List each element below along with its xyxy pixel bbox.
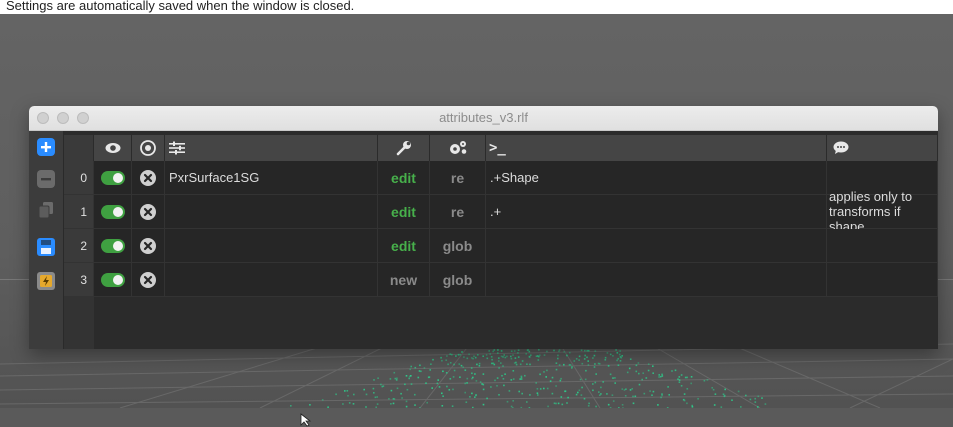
top-caption: Settings are automatically saved when th… <box>0 0 953 14</box>
delete-row-button[interactable] <box>132 229 165 263</box>
note-text: applies only to transforms if shape... <box>827 189 937 234</box>
note-cell[interactable] <box>827 263 938 297</box>
pattern-cell[interactable]: .+ <box>486 195 827 229</box>
mode-label: re <box>451 204 464 220</box>
toggle-on-icon <box>101 205 125 219</box>
load-button[interactable] <box>36 271 56 291</box>
side-toolbar <box>29 131 63 349</box>
row-index: 2 <box>64 229 94 263</box>
header-note[interactable] <box>827 135 938 161</box>
attributes-window[interactable]: attributes_v3.rlf <box>29 106 938 349</box>
eye-icon <box>105 142 121 154</box>
toggle-on-icon <box>101 273 125 287</box>
group-cell[interactable] <box>165 229 378 263</box>
pattern-cell[interactable] <box>486 229 827 263</box>
title-bar[interactable]: attributes_v3.rlf <box>29 106 938 131</box>
action-label: edit <box>391 170 416 186</box>
load-icon <box>37 272 55 290</box>
enabled-toggle[interactable] <box>94 161 132 195</box>
pattern-cell[interactable]: .+Shape <box>486 161 827 195</box>
table-row[interactable]: 1 edit re .+ applies only to transforms … <box>64 195 938 229</box>
close-circle-icon <box>140 204 156 220</box>
wrench-icon <box>396 140 412 156</box>
target-icon <box>140 140 156 156</box>
row-index: 0 <box>64 161 94 195</box>
mode-label: glob <box>443 272 473 288</box>
enabled-toggle[interactable] <box>94 195 132 229</box>
action-label: edit <box>391 204 416 220</box>
close-circle-icon <box>140 238 156 254</box>
action-cell[interactable]: edit <box>378 229 430 263</box>
table-row[interactable]: 2 edit glob <box>64 229 938 263</box>
toggle-on-icon <box>101 171 125 185</box>
group-cell[interactable] <box>165 195 378 229</box>
empty-index-column <box>64 297 94 349</box>
mode-cell[interactable]: glob <box>430 263 486 297</box>
save-button[interactable] <box>36 237 56 257</box>
mode-label: re <box>451 170 464 186</box>
rules-table: >_ 0 PxrSurface1SG edit re .+Shape 1 <box>64 131 938 349</box>
action-cell[interactable]: new <box>378 263 430 297</box>
group-cell[interactable]: PxrSurface1SG <box>165 161 378 195</box>
note-cell[interactable]: applies only to transforms if shape... <box>827 195 938 229</box>
save-icon <box>37 238 55 256</box>
speech-bubble-icon <box>833 141 849 155</box>
action-label: new <box>390 272 417 288</box>
toggle-on-icon <box>101 239 125 253</box>
duplicate-icon <box>37 201 55 219</box>
header-pattern-label: >_ <box>486 140 506 156</box>
header-edit[interactable] <box>378 135 430 161</box>
header-pattern[interactable]: >_ <box>486 135 827 161</box>
close-circle-icon <box>140 272 156 288</box>
mode-cell[interactable]: re <box>430 161 486 195</box>
close-circle-icon <box>140 170 156 186</box>
duplicate-row-button[interactable] <box>36 200 56 220</box>
table-row[interactable]: 0 PxrSurface1SG edit re .+Shape <box>64 161 938 195</box>
note-cell[interactable] <box>827 229 938 263</box>
header-index <box>64 135 94 161</box>
mode-label: glob <box>443 238 473 254</box>
mode-cell[interactable]: glob <box>430 229 486 263</box>
pattern-cell[interactable] <box>486 263 827 297</box>
mode-cell[interactable]: re <box>430 195 486 229</box>
action-label: edit <box>391 238 416 254</box>
action-cell[interactable]: edit <box>378 195 430 229</box>
table-row[interactable]: 3 new glob <box>64 263 938 297</box>
delete-row-button[interactable] <box>132 161 165 195</box>
header-solo[interactable] <box>132 135 165 161</box>
delete-row-button[interactable] <box>132 195 165 229</box>
row-index: 3 <box>64 263 94 297</box>
table-empty-area[interactable] <box>64 297 938 349</box>
gears-icon <box>448 140 468 156</box>
minus-icon <box>37 170 55 188</box>
header-enabled[interactable] <box>94 135 132 161</box>
group-cell[interactable] <box>165 263 378 297</box>
table-header: >_ <box>64 135 938 161</box>
sliders-icon <box>169 141 185 155</box>
add-row-button[interactable] <box>36 137 56 157</box>
window-title: attributes_v3.rlf <box>29 110 938 125</box>
enabled-toggle[interactable] <box>94 229 132 263</box>
header-group[interactable] <box>165 135 378 161</box>
plus-icon <box>37 138 55 156</box>
row-index: 1 <box>64 195 94 229</box>
delete-row-button[interactable] <box>132 263 165 297</box>
header-mode[interactable] <box>430 135 486 161</box>
remove-row-button[interactable] <box>36 169 56 189</box>
enabled-toggle[interactable] <box>94 263 132 297</box>
action-cell[interactable]: edit <box>378 161 430 195</box>
